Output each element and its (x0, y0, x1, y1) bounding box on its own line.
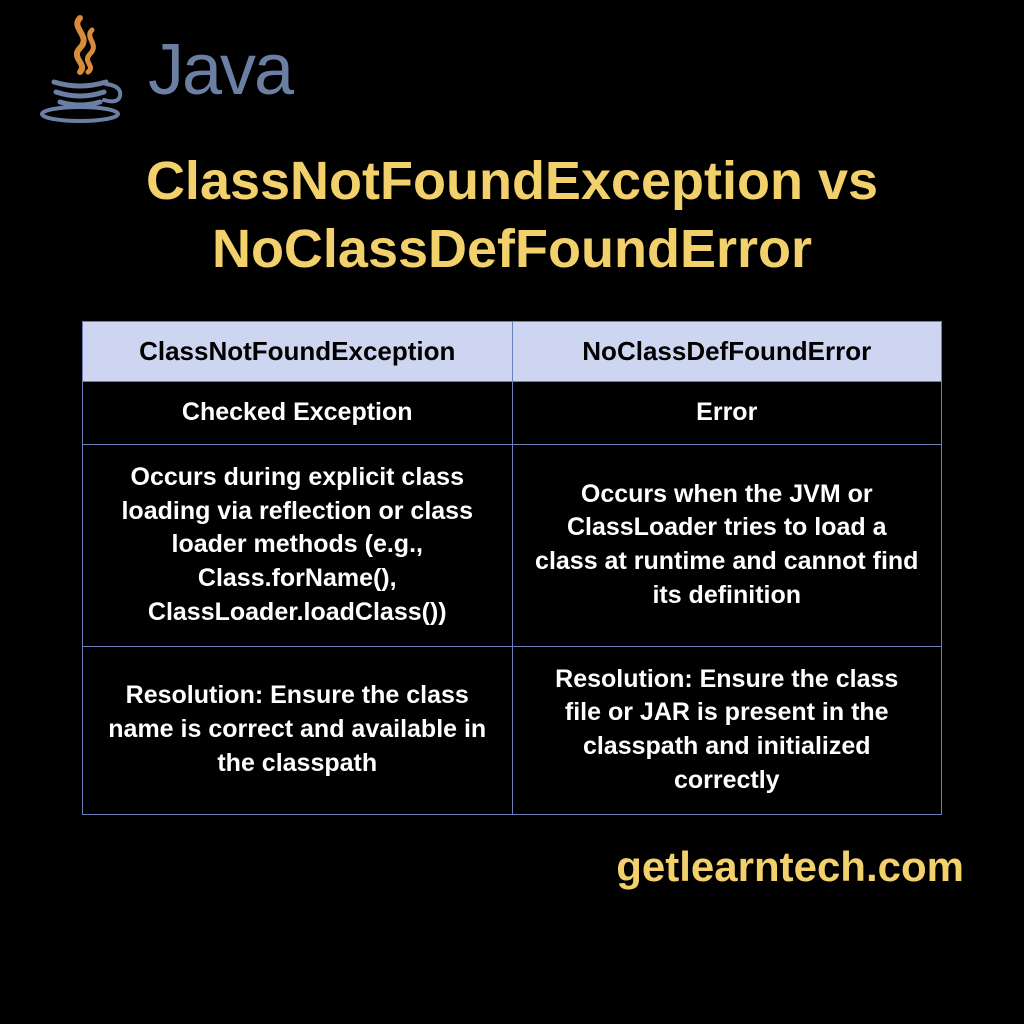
page-title: ClassNotFoundException vs NoClassDefFoun… (62, 148, 962, 283)
table-row: Checked Exception Error (83, 382, 942, 445)
table-row: Resolution: Ensure the class name is cor… (83, 646, 942, 814)
cell-left: Resolution: Ensure the class name is cor… (83, 646, 513, 814)
header-left: ClassNotFoundException (83, 322, 513, 382)
logo-row: Java (0, 0, 1024, 130)
java-logo-text: Java (148, 29, 292, 111)
comparison-table: ClassNotFoundException NoClassDefFoundEr… (82, 321, 942, 815)
cell-left: Occurs during explicit class loading via… (83, 444, 513, 646)
header-right: NoClassDefFoundError (512, 322, 942, 382)
cell-right: Error (512, 382, 942, 445)
cell-right: Occurs when the JVM or ClassLoader tries… (512, 444, 942, 646)
table-row: Occurs during explicit class loading via… (83, 444, 942, 646)
cell-right: Resolution: Ensure the class file or JAR… (512, 646, 942, 814)
table-header-row: ClassNotFoundException NoClassDefFoundEr… (83, 322, 942, 382)
cell-left: Checked Exception (83, 382, 513, 445)
java-cup-icon (30, 10, 130, 130)
footer-link: getlearntech.com (0, 815, 1024, 891)
